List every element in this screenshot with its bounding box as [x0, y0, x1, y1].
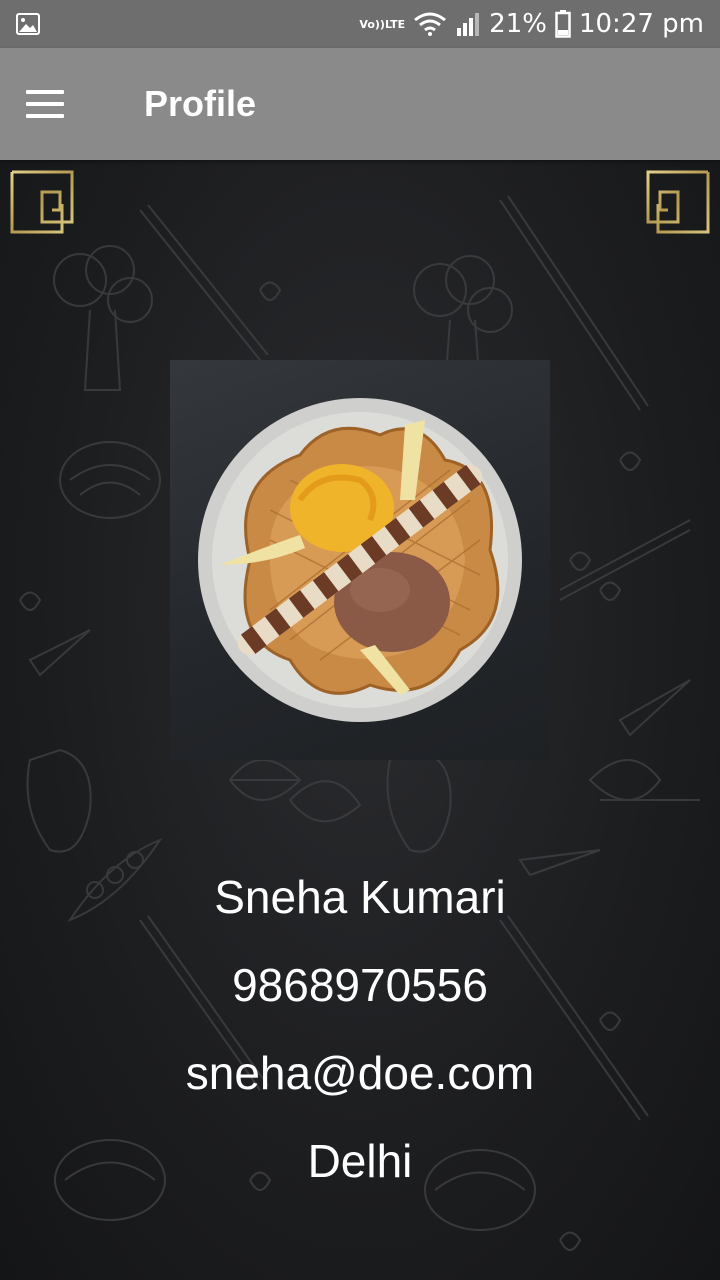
- battery-icon: [555, 10, 571, 38]
- hamburger-menu-icon[interactable]: [26, 74, 86, 134]
- profile-email: sneha@doe.com: [185, 1047, 535, 1099]
- app-bar: Profile: [0, 48, 720, 160]
- profile-city: Delhi: [307, 1135, 413, 1187]
- battery-percent: 21%: [489, 9, 547, 39]
- profile-phone: 9868970556: [232, 959, 488, 1011]
- status-bar: Vo)) LTE 21% 10:27 pm: [0, 0, 720, 48]
- clock: 10:27 pm: [578, 9, 704, 39]
- profile-photo: [170, 360, 550, 760]
- volte-icon: Vo)) LTE: [359, 17, 406, 31]
- profile-name: Sneha Kumari: [214, 871, 506, 923]
- profile-content: Sneha Kumari 9868970556 sneha@doe.com De…: [0, 160, 720, 1280]
- page-title: Profile: [144, 83, 257, 124]
- wifi-icon: [413, 12, 447, 36]
- signal-icon: [455, 12, 481, 36]
- image-icon: [16, 13, 40, 35]
- dessert-photo: [198, 398, 522, 722]
